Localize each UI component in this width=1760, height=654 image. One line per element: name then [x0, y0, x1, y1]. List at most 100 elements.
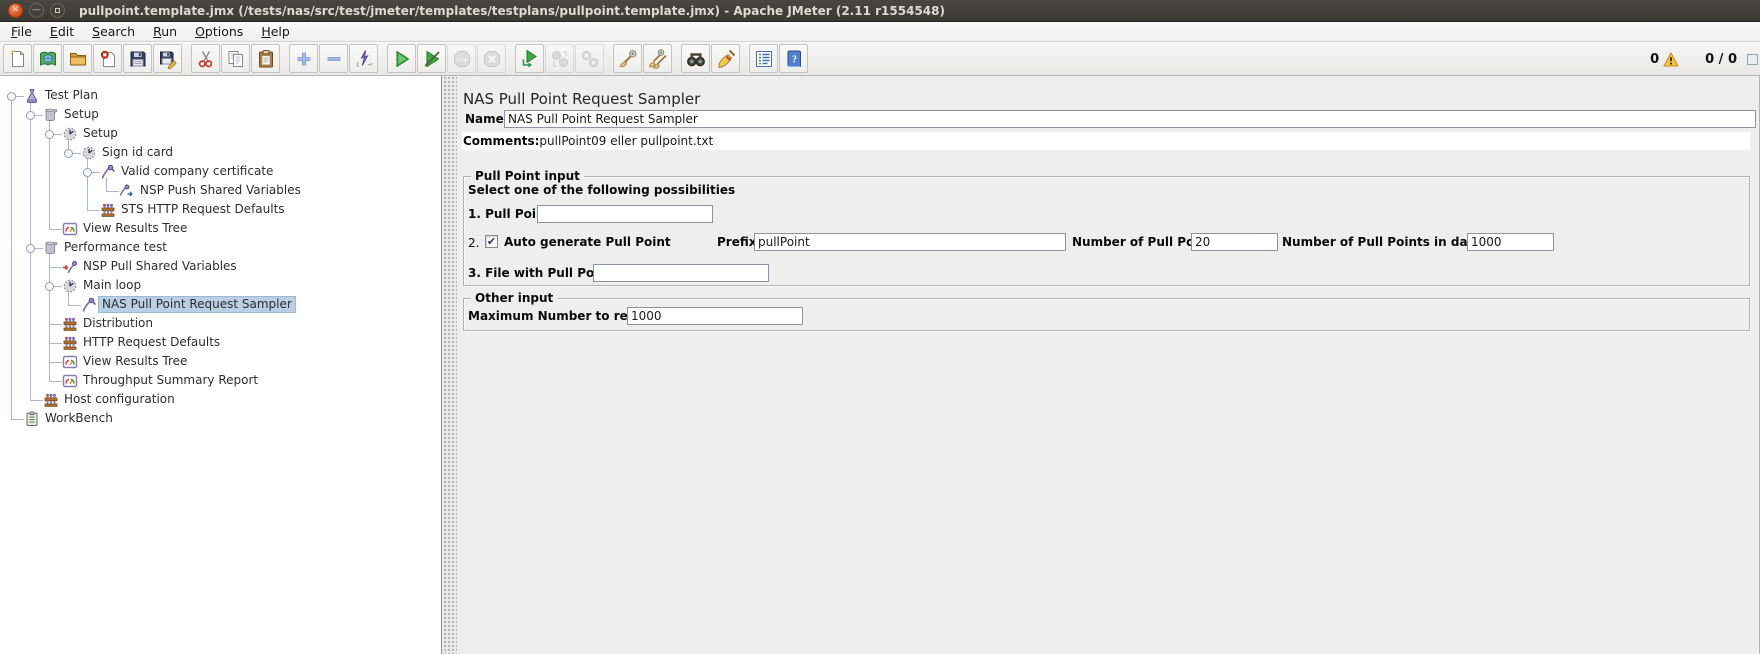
toolbar-save-as-button[interactable] — [153, 44, 182, 73]
tree-node-performance-test[interactable]: Performance test — [0, 239, 441, 258]
option2-number: 2. — [468, 234, 479, 252]
num-pull-points-input[interactable] — [1191, 233, 1278, 251]
toolbar-open-templates-button[interactable] — [33, 44, 62, 73]
stop-icon: STOP — [452, 49, 472, 69]
tree-node-test-plan[interactable]: Test Plan — [0, 87, 441, 106]
listener-icon — [62, 354, 78, 370]
config-icon — [62, 335, 78, 351]
pull-point-input-group: Pull Point input Select one of the follo… — [463, 176, 1750, 286]
menu-options[interactable]: Options — [186, 22, 252, 41]
other-input-group: Other input Maximum Number to retrieve — [463, 298, 1750, 331]
sampler-icon — [100, 164, 116, 180]
toolbar-remote-start-all-button[interactable] — [515, 44, 544, 73]
threadgroup-icon — [43, 107, 59, 123]
toolbar-function-helper-button[interactable] — [749, 44, 778, 73]
tree-node-view-results-tree[interactable]: View Results Tree — [0, 220, 441, 239]
toolbar-toggle-button[interactable] — [349, 44, 378, 73]
tree-node-nas-pull-point-request-sampler[interactable]: NAS Pull Point Request Sampler — [0, 296, 441, 315]
tree-expand-handle[interactable] — [45, 282, 54, 291]
menu-file[interactable]: File — [2, 22, 41, 41]
comments-input[interactable]: pullPoint09 eller pullpoint.txt — [539, 134, 713, 148]
toolbar-copy-button[interactable] — [221, 44, 250, 73]
tree-expand-handle[interactable] — [64, 149, 73, 158]
tree-expand-handle[interactable] — [7, 92, 16, 101]
menu-help[interactable]: Help — [252, 22, 299, 41]
tree-expand-handle[interactable] — [83, 168, 92, 177]
tree-connector — [11, 419, 24, 420]
tree-node-setup[interactable]: Setup — [0, 106, 441, 125]
tree-node-sts-http-request-defaults[interactable]: STS HTTP Request Defaults — [0, 201, 441, 220]
tree-node-nsp-push-shared-variables[interactable]: NSP Push Shared Variables — [0, 182, 441, 201]
tree-node-valid-company-certificate[interactable]: Valid company certificate — [0, 163, 441, 182]
possibilities-subtitle: Select one of the following possibilitie… — [468, 181, 735, 199]
warning-icon[interactable] — [1659, 52, 1679, 67]
search-icon — [686, 49, 706, 69]
toolbar-start-button[interactable] — [387, 44, 416, 73]
comments-label: Comments: — [463, 134, 539, 148]
name-row: Name: — [463, 109, 1753, 129]
toolbar-search-button[interactable] — [681, 44, 710, 73]
toolbar-search-reset-button[interactable] — [711, 44, 740, 73]
close-window-icon[interactable]: ✕ — [8, 3, 23, 18]
toolbar-open-file-button[interactable] — [63, 44, 92, 73]
tree-expand-handle[interactable] — [26, 111, 35, 120]
minus-icon — [324, 49, 344, 69]
toolbar: STOP? 0 0 / 0 — [0, 42, 1760, 76]
toolbar-close-file-button[interactable] — [93, 44, 122, 73]
prefix-input[interactable] — [754, 233, 1066, 251]
config-icon — [62, 316, 78, 332]
tree-node-view-results-tree[interactable]: View Results Tree — [0, 353, 441, 372]
open-icon — [68, 49, 88, 69]
tree-connector — [49, 324, 62, 325]
remote-stop-icon — [550, 49, 570, 69]
toolbar-save-button[interactable] — [123, 44, 152, 73]
tree-node-http-request-defaults[interactable]: HTTP Request Defaults — [0, 334, 441, 353]
tree-node-host-configuration[interactable]: Host configuration — [0, 391, 441, 410]
auto-generate-checkbox[interactable] — [485, 235, 498, 248]
tree-expand-handle[interactable] — [26, 244, 35, 253]
maximize-window-icon[interactable] — [50, 3, 65, 18]
tree-node-main-loop[interactable]: Main loop — [0, 277, 441, 296]
menu-search[interactable]: Search — [83, 22, 144, 41]
tree-node-throughput-summary-report[interactable]: Throughput Summary Report — [0, 372, 441, 391]
tree-connector — [49, 229, 62, 230]
num-db-input[interactable] — [1467, 233, 1554, 251]
toolbar-shutdown-button[interactable] — [477, 44, 506, 73]
max-retrieve-input[interactable] — [627, 307, 803, 325]
tree-node-distribution[interactable]: Distribution — [0, 315, 441, 334]
file-pull-points-input[interactable] — [593, 264, 769, 282]
tree-node-label: Valid company certificate — [118, 164, 276, 179]
menu-edit[interactable]: Edit — [41, 22, 83, 41]
tree-node-sign-id-card[interactable]: Sign id card — [0, 144, 441, 163]
toolbar-start-no-timers-button[interactable] — [417, 44, 446, 73]
tree-node-label: Test Plan — [42, 88, 101, 103]
pull-point-input[interactable] — [537, 205, 713, 223]
toolbar-remote-shutdown-all-button[interactable] — [575, 44, 604, 73]
tree-node-nsp-pull-shared-variables[interactable]: NSP Pull Shared Variables — [0, 258, 441, 277]
tree-connector — [49, 381, 62, 382]
tree-panel[interactable]: Test PlanSetupSetupSign id cardValid com… — [0, 76, 442, 654]
toolbar-remote-stop-all-button[interactable] — [545, 44, 574, 73]
tree-connector — [49, 362, 62, 363]
menu-run[interactable]: Run — [144, 22, 186, 41]
tree-node-setup[interactable]: Setup — [0, 125, 441, 144]
tree-node-workbench[interactable]: WorkBench — [0, 410, 441, 429]
menubar: FileEditSearchRunOptionsHelp — [0, 22, 1760, 42]
toolbar-expand-all-button[interactable] — [289, 44, 318, 73]
toolbar-collapse-all-button[interactable] — [319, 44, 348, 73]
minimize-window-icon[interactable]: — — [29, 3, 44, 18]
toolbar-clear-all-button[interactable] — [643, 44, 672, 73]
tree-node-label: Performance test — [61, 240, 170, 255]
tree-connector — [49, 343, 62, 344]
toolbar-stop-button[interactable]: STOP — [447, 44, 476, 73]
tree-node-label: NSP Pull Shared Variables — [80, 259, 240, 274]
toolbar-clear-button[interactable] — [613, 44, 642, 73]
toolbar-new-file-button[interactable] — [3, 44, 32, 73]
cut-icon — [196, 49, 216, 69]
name-input[interactable] — [504, 110, 1756, 128]
toolbar-cut-button[interactable] — [191, 44, 220, 73]
split-divider[interactable] — [443, 76, 457, 654]
tree-expand-handle[interactable] — [45, 130, 54, 139]
toolbar-paste-button[interactable] — [251, 44, 280, 73]
toolbar-help-button[interactable]: ? — [779, 44, 808, 73]
